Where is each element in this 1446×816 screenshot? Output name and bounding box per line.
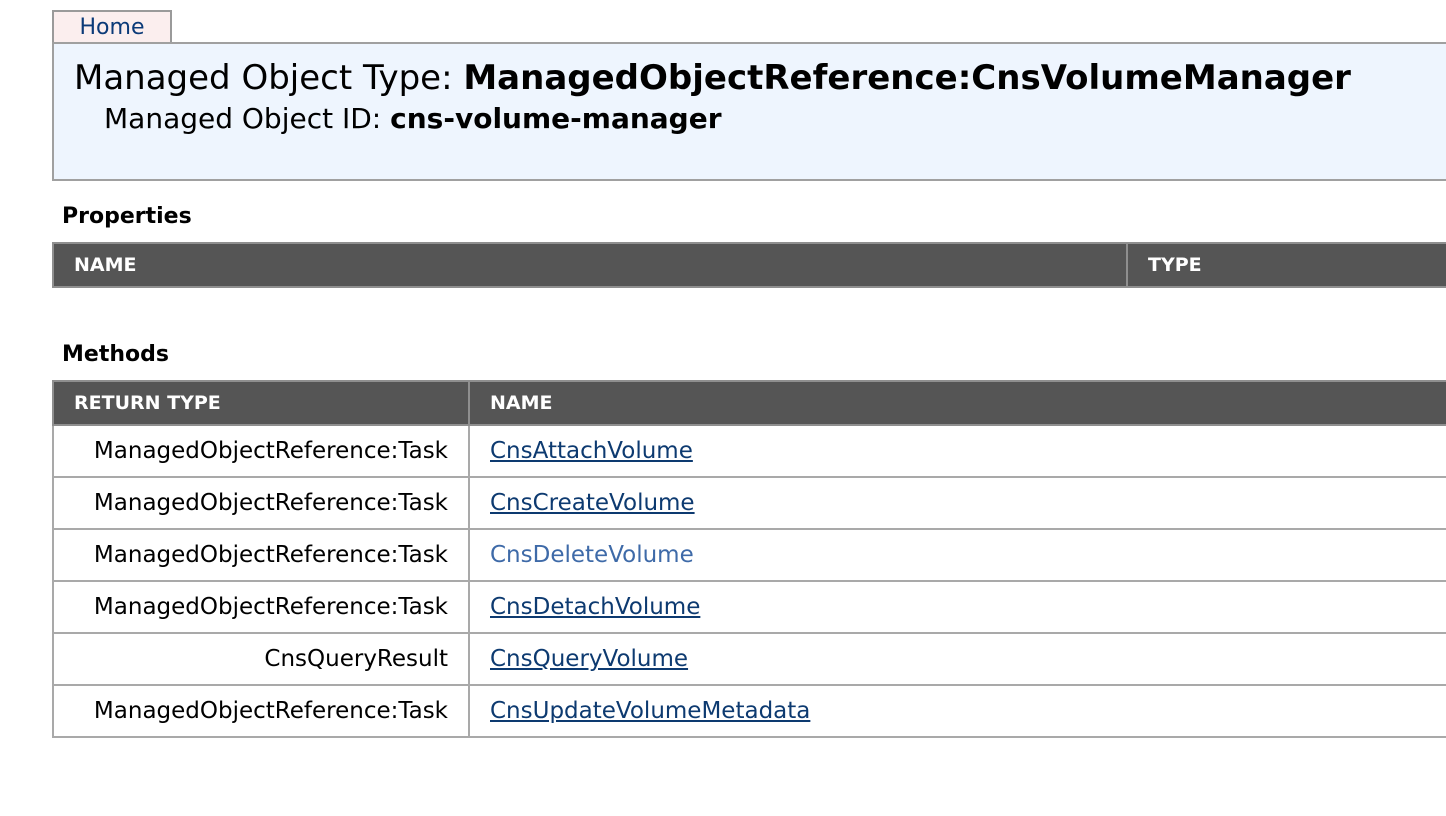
table-row: ManagedObjectReference:Task CnsAttachVol… [52,424,1446,478]
method-name-cell: CnsQueryVolume [468,632,1446,686]
properties-header-row: NAME TYPE [52,242,1446,288]
managed-object-id: Managed Object ID: cns-volume-manager [104,101,722,137]
managed-object-id-label: Managed Object ID: [104,102,391,135]
method-name-cell: CnsDeleteVolume [468,528,1446,582]
home-link[interactable]: Home [52,10,172,42]
object-header: Managed Object Type: ManagedObjectRefere… [52,42,1446,181]
method-link-cns-create-volume[interactable]: CnsCreateVolume [490,490,695,516]
properties-table: NAME TYPE [52,242,1446,288]
methods-heading: Methods [62,342,169,367]
table-row: ManagedObjectReference:Task CnsCreateVol… [52,476,1446,530]
properties-heading: Properties [62,204,192,229]
table-row: CnsQueryResult CnsQueryVolume [52,632,1446,686]
return-type-cell: ManagedObjectReference:Task [52,528,470,582]
table-row: ManagedObjectReference:Task CnsDeleteVol… [52,528,1446,582]
method-name-cell: CnsDetachVolume [468,580,1446,634]
method-name-cell: CnsUpdateVolumeMetadata [468,684,1446,738]
return-type-cell: ManagedObjectReference:Task [52,424,470,478]
column-header-return-type: RETURN TYPE [52,380,470,426]
table-row: ManagedObjectReference:Task CnsUpdateVol… [52,684,1446,738]
return-type-cell: ManagedObjectReference:Task [52,476,470,530]
method-link-cns-query-volume[interactable]: CnsQueryVolume [490,646,688,672]
column-header-type: TYPE [1126,242,1446,288]
method-link-cns-attach-volume[interactable]: CnsAttachVolume [490,438,693,464]
method-link-cns-delete-volume[interactable]: CnsDeleteVolume [490,542,694,568]
column-header-name: NAME [52,242,1128,288]
method-link-cns-detach-volume[interactable]: CnsDetachVolume [490,594,700,620]
managed-object-type-value: ManagedObjectReference:CnsVolumeManager [463,58,1351,98]
return-type-cell: ManagedObjectReference:Task [52,684,470,738]
method-name-cell: CnsAttachVolume [468,424,1446,478]
return-type-cell: ManagedObjectReference:Task [52,580,470,634]
return-type-cell: CnsQueryResult [52,632,470,686]
table-row: ManagedObjectReference:Task CnsDetachVol… [52,580,1446,634]
managed-object-id-value: cns-volume-manager [390,102,722,135]
methods-table: RETURN TYPE NAME ManagedObjectReference:… [52,380,1446,738]
page: Home Managed Object Type: ManagedObjectR… [0,0,1446,816]
method-name-cell: CnsCreateVolume [468,476,1446,530]
column-header-name: NAME [468,380,1446,426]
methods-header-row: RETURN TYPE NAME [52,380,1446,426]
managed-object-type-label: Managed Object Type: [74,58,464,98]
managed-object-type: Managed Object Type: ManagedObjectRefere… [74,56,1351,100]
method-link-cns-update-volume-metadata[interactable]: CnsUpdateVolumeMetadata [490,698,810,724]
